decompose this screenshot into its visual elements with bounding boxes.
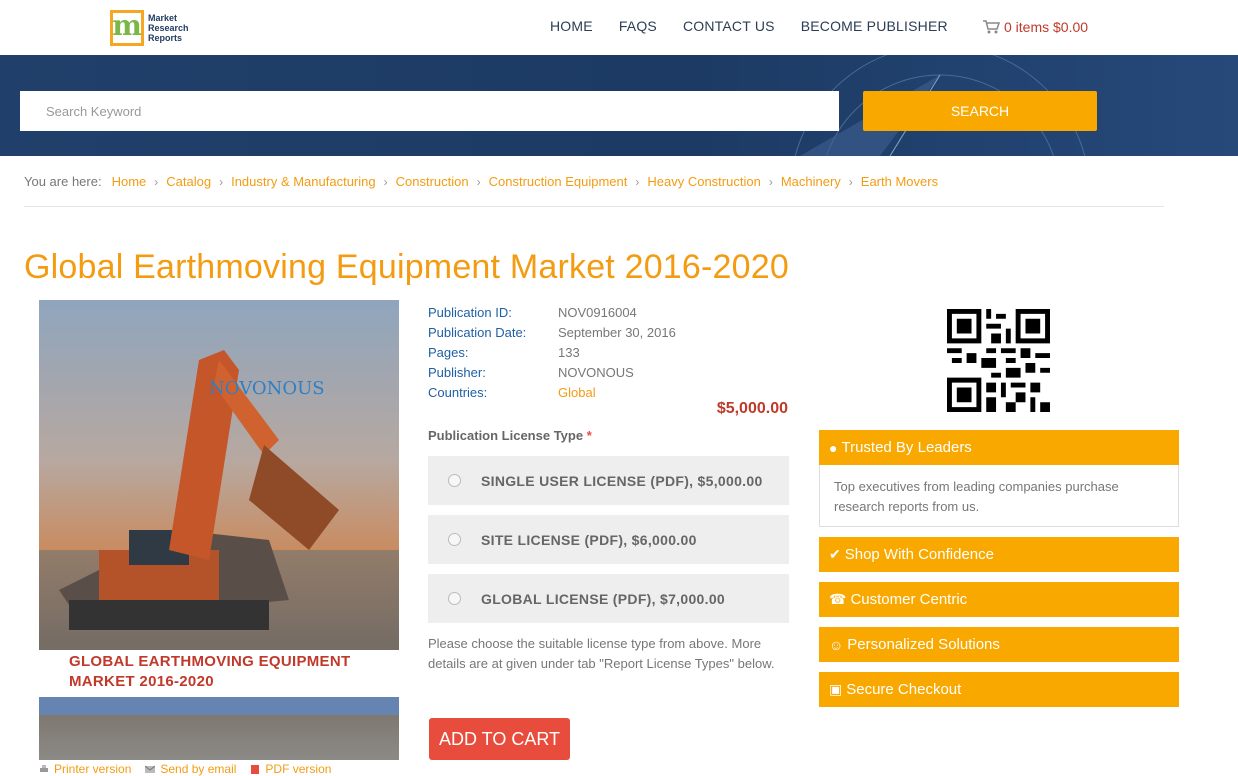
cover-brand: NOVONOUS bbox=[209, 378, 325, 399]
publisher-value: NOVONOUS bbox=[558, 364, 634, 380]
pdf-version-link[interactable]: PDF version bbox=[250, 762, 331, 776]
cover-strip bbox=[39, 697, 399, 715]
nav-faqs[interactable]: FAQS bbox=[619, 18, 657, 34]
breadcrumb-machinery[interactable]: Machinery bbox=[781, 174, 841, 189]
qr-code-icon bbox=[947, 309, 1050, 412]
breadcrumb-separator: › bbox=[635, 174, 640, 189]
pdf-icon bbox=[251, 764, 260, 774]
nav-contact-us[interactable]: CONTACT US bbox=[683, 18, 775, 34]
breadcrumb-home[interactable]: Home bbox=[112, 174, 147, 189]
pages-value: 133 bbox=[558, 344, 580, 360]
printer-version-link[interactable]: Printer version bbox=[39, 762, 131, 776]
breadcrumb-construction-equipment[interactable]: Construction Equipment bbox=[489, 174, 628, 189]
publication-details: Publication ID: NOV0916004 Publication D… bbox=[428, 302, 676, 402]
license-option-global[interactable]: GLOBAL LICENSE (PDF), $7,000.00 bbox=[428, 574, 789, 623]
detail-row: Pages: 133 bbox=[428, 342, 676, 362]
trusted-by-leaders-body: Top executives from leading companies pu… bbox=[819, 465, 1179, 527]
license-option-site[interactable]: SITE LICENSE (PDF), $6,000.00 bbox=[428, 515, 789, 564]
report-cover-image: NOVONOUS GLOBAL EARTHMOVING EQUIPMENT MA… bbox=[39, 300, 399, 760]
license-option-label: GLOBAL LICENSE (PDF), $7,000.00 bbox=[481, 590, 725, 607]
countries-label: Countries: bbox=[428, 384, 488, 400]
breadcrumb-separator: › bbox=[848, 174, 853, 189]
page-title: Global Earthmoving Equipment Market 2016… bbox=[24, 248, 789, 286]
license-note: Please choose the suitable license type … bbox=[428, 636, 775, 671]
publication-date: September 30, 2016 bbox=[558, 324, 676, 340]
radio-button[interactable] bbox=[448, 474, 461, 487]
excavator-illustration bbox=[39, 350, 399, 660]
price: $5,000.00 bbox=[716, 400, 788, 417]
publication-id-label: Publication ID: bbox=[428, 304, 512, 320]
cart-link[interactable]: 0 items $0.00 bbox=[982, 19, 1088, 35]
logo-text: Market Research Reports bbox=[148, 13, 189, 43]
logo-mark: m bbox=[110, 10, 144, 46]
report-links: Printer version Send by email PDF versio… bbox=[39, 762, 345, 776]
breadcrumb-industry-manufacturing[interactable]: Industry & Manufacturing bbox=[231, 174, 376, 189]
smile-icon: ☺ bbox=[829, 636, 844, 653]
detail-row: Publisher: NOVONOUS bbox=[428, 362, 676, 382]
cart-summary: 0 items $0.00 bbox=[1004, 19, 1089, 35]
secure-checkout-panel[interactable]: ▣ Secure Checkout bbox=[819, 672, 1179, 707]
required-mark: * bbox=[586, 428, 592, 443]
shop-with-confidence-panel[interactable]: ✔ Shop With Confidence bbox=[819, 537, 1179, 572]
pages-label: Pages: bbox=[428, 344, 469, 360]
publication-date-label: Publication Date: bbox=[428, 324, 527, 340]
printer-icon bbox=[40, 764, 48, 772]
detail-row: Publication ID: NOV0916004 bbox=[428, 302, 676, 322]
trusted-by-leaders-panel[interactable]: ● Trusted By Leaders bbox=[819, 430, 1179, 465]
breadcrumb-lead: You are here: bbox=[24, 174, 102, 189]
breadcrumb-separator: › bbox=[383, 174, 388, 189]
license-type-label: Publication License Type * bbox=[428, 428, 592, 443]
license-option-single-user[interactable]: SINGLE USER LICENSE (PDF), $5,000.00 bbox=[428, 456, 789, 505]
breadcrumb-earth-movers[interactable]: Earth Movers bbox=[861, 174, 938, 189]
customer-centric-panel[interactable]: ☎ Customer Centric bbox=[819, 582, 1179, 617]
breadcrumb-separator: › bbox=[768, 174, 773, 189]
breadcrumb-construction[interactable]: Construction bbox=[396, 174, 469, 189]
nav-home[interactable]: HOME bbox=[550, 18, 593, 34]
personalized-solutions-panel[interactable]: ☺ Personalized Solutions bbox=[819, 627, 1179, 662]
thumbs-up-icon: ✔ bbox=[829, 546, 841, 562]
phone-icon: ☎ bbox=[829, 591, 847, 607]
radio-button[interactable] bbox=[448, 592, 461, 605]
breadcrumb-separator: › bbox=[154, 174, 159, 189]
breadcrumb-separator: › bbox=[219, 174, 224, 189]
send-by-email-link[interactable]: Send by email bbox=[145, 762, 236, 776]
detail-row: Publication Date: September 30, 2016 bbox=[428, 322, 676, 342]
main-nav: HOME FAQS CONTACT US BECOME PUBLISHER bbox=[550, 18, 974, 34]
search-button[interactable]: SEARCH bbox=[863, 91, 1097, 131]
divider bbox=[24, 206, 1164, 207]
cart-icon: ▣ bbox=[829, 681, 843, 697]
cart-icon bbox=[983, 20, 1000, 34]
license-option-label: SITE LICENSE (PDF), $6,000.00 bbox=[481, 531, 697, 548]
cover-title: GLOBAL EARTHMOVING EQUIPMENT MARKET 2016… bbox=[69, 653, 351, 690]
top-bar: m Market Research Reports HOME FAQS CONT… bbox=[0, 0, 1238, 55]
license-option-label: SINGLE USER LICENSE (PDF), $5,000.00 bbox=[481, 472, 763, 489]
detail-row: Countries: Global bbox=[428, 382, 676, 402]
publication-id: NOV0916004 bbox=[558, 304, 637, 320]
breadcrumb-separator: › bbox=[476, 174, 481, 189]
site-logo[interactable]: m Market Research Reports bbox=[110, 9, 200, 47]
users-icon: ● bbox=[829, 439, 838, 456]
publisher-label: Publisher: bbox=[428, 364, 486, 380]
breadcrumb-heavy-construction[interactable]: Heavy Construction bbox=[647, 174, 760, 189]
search-banner: SEARCH bbox=[0, 55, 1238, 156]
breadcrumb-catalog[interactable]: Catalog bbox=[166, 174, 211, 189]
add-to-cart-button[interactable]: ADD TO CART bbox=[429, 718, 570, 760]
email-icon bbox=[145, 765, 156, 773]
radio-button[interactable] bbox=[448, 533, 461, 546]
breadcrumb: You are here: Home › Catalog › Industry … bbox=[24, 174, 938, 189]
nav-become-publisher[interactable]: BECOME PUBLISHER bbox=[801, 18, 948, 34]
countries-link[interactable]: Global bbox=[558, 385, 596, 400]
search-input[interactable] bbox=[20, 91, 839, 131]
